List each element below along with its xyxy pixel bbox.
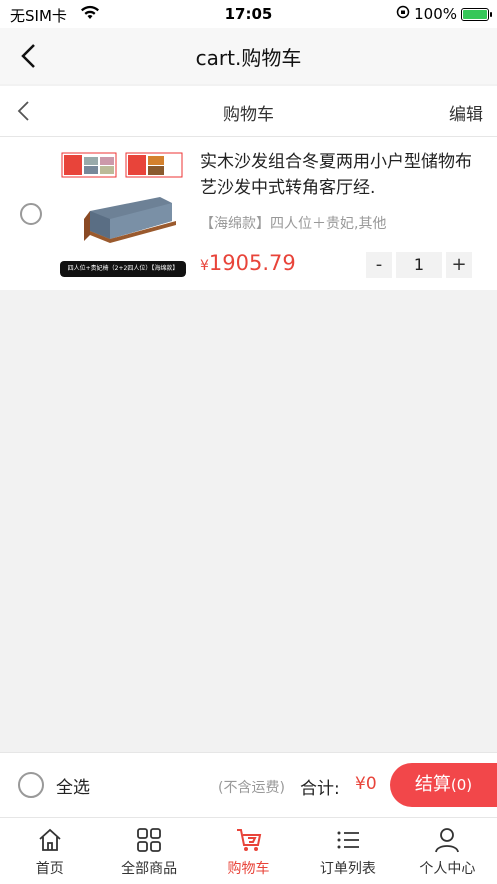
status-right: 100% — [396, 5, 492, 23]
edit-button[interactable]: 编辑 — [449, 100, 483, 125]
item-select-radio[interactable] — [20, 203, 42, 225]
total-label: 合计: — [300, 779, 340, 799]
grid-icon — [137, 828, 162, 852]
battery-percent: 100% — [414, 5, 457, 23]
shipping-note: (不含运费) — [218, 780, 285, 796]
tab-all-products[interactable]: 全部商品 — [99, 818, 198, 884]
checkout-label: 结算 — [414, 774, 451, 795]
tab-cart[interactable]: 购物车 — [199, 818, 298, 884]
orientation-lock-icon — [396, 5, 410, 23]
checkout-bar: 全选 (不含运费) 合计: ¥0 结算(0) — [0, 752, 497, 817]
tab-label: 订单列表 — [319, 861, 376, 877]
tab-label: 全部商品 — [121, 861, 178, 877]
thumbnail-caption: 四人位+贵妃椅（2+2四人位）【海绵款】 — [67, 265, 179, 272]
total-value: ¥0 — [355, 774, 377, 794]
quantity-value[interactable]: 1 — [396, 252, 442, 278]
page-title: cart.购物车 — [195, 45, 302, 70]
home-icon — [39, 828, 61, 851]
tab-profile[interactable]: 个人中心 — [398, 818, 497, 884]
decrement-button[interactable]: - — [366, 252, 392, 278]
status-bar: 无SIM卡 17:05 100% — [0, 0, 497, 28]
price-value: 1905.79 — [208, 251, 296, 275]
sofa-image — [60, 152, 186, 277]
increment-button[interactable]: + — [446, 252, 472, 278]
checkout-count: (0) — [450, 776, 473, 794]
checkout-button[interactable]: 结算(0) — [390, 763, 497, 807]
app-header: cart.购物车 — [0, 28, 497, 84]
battery-icon — [461, 7, 492, 21]
tab-label: 购物车 — [227, 861, 270, 877]
product-price: ¥1905.79 — [200, 251, 296, 275]
select-all-radio[interactable] — [18, 772, 44, 798]
cart-subheader: 购物车 编辑 — [0, 86, 497, 137]
product-spec: 【海绵款】四人位＋贵妃,其他 — [200, 216, 387, 232]
quantity-stepper: - 1 + — [366, 252, 472, 278]
back-icon[interactable] — [18, 42, 40, 70]
product-thumbnail[interactable]: 四人位+贵妃椅（2+2四人位）【海绵款】 — [60, 149, 186, 277]
list-icon — [337, 831, 359, 849]
cart-icon — [236, 829, 261, 851]
tab-home[interactable]: 首页 — [0, 818, 99, 884]
tab-label: 首页 — [35, 861, 64, 877]
tab-label: 个人中心 — [419, 861, 476, 877]
select-all-label[interactable]: 全选 — [56, 773, 90, 798]
cart-item: 四人位+贵妃椅（2+2四人位）【海绵款】 实木沙发组合冬夏两用小户型储物布艺沙发… — [0, 137, 497, 290]
currency-symbol: ¥ — [200, 258, 209, 274]
tab-orders[interactable]: 订单列表 — [298, 818, 397, 884]
product-title[interactable]: 实木沙发组合冬夏两用小户型储物布艺沙发中式转角客厅经. — [200, 149, 485, 201]
person-icon — [435, 828, 460, 853]
subheader-title: 购物车 — [223, 105, 274, 125]
tab-bar: 首页 全部商品 购物车 订单列表 个人中心 — [0, 817, 497, 884]
